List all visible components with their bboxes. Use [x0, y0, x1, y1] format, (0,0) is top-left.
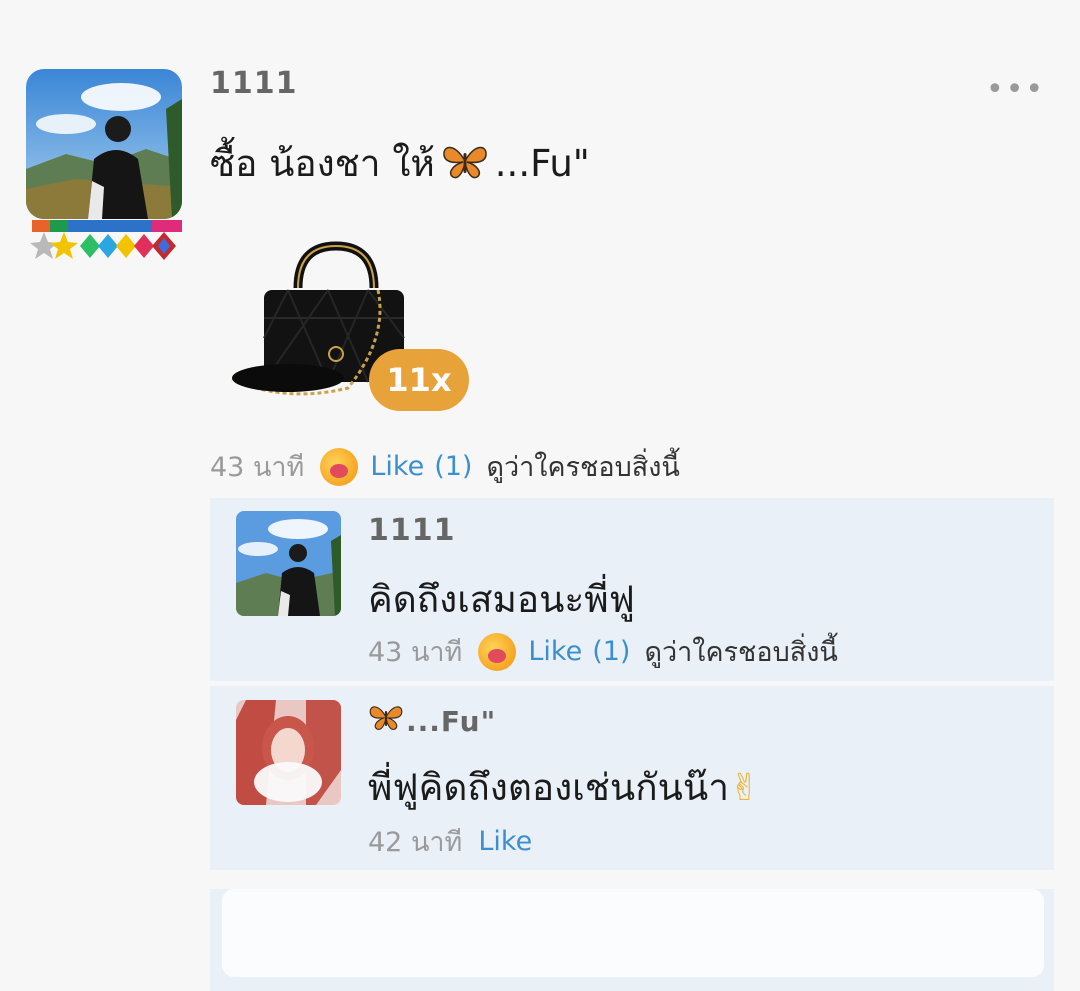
comment-avatar[interactable]	[236, 700, 341, 805]
user-level-badges	[30, 220, 190, 260]
comment-meta: 42 นาที Like	[368, 820, 532, 863]
post-text: ซื้อ น้องชา ให้ ...Fu"	[210, 134, 590, 193]
comment-divider	[210, 870, 1054, 889]
author-username[interactable]: 1111	[210, 66, 298, 101]
more-icon[interactable]: •••	[986, 72, 1045, 107]
like-count[interactable]: (1)	[434, 451, 472, 482]
comment-time: 42 นาที	[368, 827, 463, 858]
comment-time: 43 นาที	[368, 637, 463, 668]
like-button[interactable]: Like	[478, 826, 532, 857]
post-text-before: ซื้อ น้องชา ให้	[210, 142, 435, 185]
like-button[interactable]: Like	[370, 451, 424, 482]
comment-text: คิดถึงเสมอนะพี่ฟู	[368, 578, 635, 621]
gift-count-badge: 11x	[369, 349, 469, 411]
comment-text: พี่ฟูคิดถึงตองเช่นกันน๊า✌	[368, 758, 760, 817]
author-avatar[interactable]	[26, 69, 182, 219]
like-button[interactable]: Like	[528, 636, 582, 667]
comment-avatar[interactable]	[236, 511, 341, 616]
see-who-liked-link[interactable]: ดูว่าใครชอบสิ่งนี้	[644, 630, 837, 673]
comment-username-row[interactable]: ...Fu"	[368, 702, 496, 740]
love-reaction-icon	[320, 447, 359, 486]
butterfly-icon	[441, 141, 489, 190]
comment-text-body: พี่ฟูคิดถึงตองเช่นกันน๊า	[368, 766, 729, 809]
reply-input[interactable]	[222, 889, 1044, 977]
comment-username[interactable]: ...Fu"	[406, 705, 496, 738]
like-count[interactable]: (1)	[592, 636, 630, 667]
butterfly-icon	[368, 702, 404, 740]
post-meta: 43 นาที Like (1) ดูว่าใครชอบสิ่งนี้	[210, 445, 680, 488]
post-time: 43 นาที	[210, 452, 305, 483]
victory-hand-icon: ✌	[728, 766, 760, 809]
comment-divider	[210, 681, 1054, 686]
comment-username[interactable]: 1111	[368, 513, 456, 548]
see-who-liked-link[interactable]: ดูว่าใครชอบสิ่งนี้	[486, 445, 679, 488]
post-text-after: ...Fu"	[494, 142, 590, 185]
love-reaction-icon	[478, 632, 517, 671]
comment-meta: 43 นาที Like (1) ดูว่าใครชอบสิ่งนี้	[368, 630, 838, 673]
